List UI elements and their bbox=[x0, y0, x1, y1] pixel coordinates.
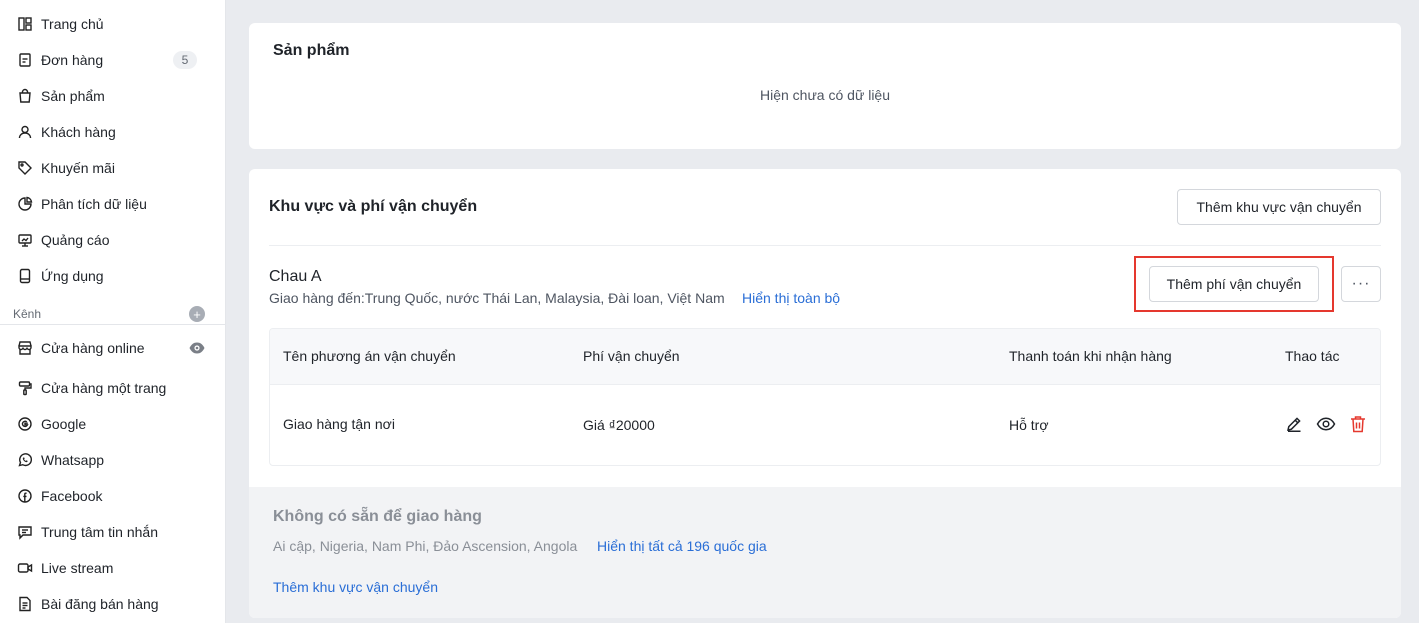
divider bbox=[269, 245, 1381, 246]
sidebar-item-label: Khuyến mãi bbox=[41, 160, 115, 176]
sidebar-item-message-center[interactable]: Trung tâm tin nhắn bbox=[0, 514, 225, 550]
sidebar-item-google[interactable]: Google bbox=[0, 406, 225, 442]
sidebar-item-live-stream[interactable]: Live stream bbox=[0, 550, 225, 586]
column-header-method: Tên phương án vận chuyển bbox=[283, 348, 456, 364]
google-icon bbox=[16, 415, 34, 433]
more-options-button[interactable]: ··· bbox=[1341, 266, 1381, 302]
sidebar-item-label: Cửa hàng một trang bbox=[41, 380, 167, 396]
brush-icon bbox=[16, 379, 34, 397]
cell-cod: Hỗ trợ bbox=[1009, 417, 1049, 433]
sidebar-item-label: Sản phẩm bbox=[41, 88, 105, 104]
shipping-title: Khu vực và phí vận chuyển bbox=[269, 198, 478, 215]
video-icon bbox=[16, 559, 34, 577]
monitor-icon bbox=[16, 231, 34, 249]
bag-icon bbox=[16, 87, 34, 105]
channel-header-label: Kênh bbox=[13, 306, 42, 321]
sidebar-item-label: Ứng dụng bbox=[41, 268, 104, 284]
cell-fee: Giá ₫20000 bbox=[583, 417, 655, 433]
add-shipping-fee-button[interactable]: Thêm phí vận chuyển bbox=[1149, 266, 1319, 302]
unavailable-section: Không có sẵn để giao hàng Ai cập, Nigeri… bbox=[249, 487, 1401, 618]
edit-icon[interactable] bbox=[1284, 414, 1304, 434]
shipping-rates-table: Tên phương án vận chuyển Phí vận chuyển … bbox=[269, 328, 1381, 466]
view-store-eye-icon[interactable] bbox=[188, 339, 206, 357]
column-header-cod: Thanh toán khi nhận hàng bbox=[1009, 348, 1172, 364]
orders-count-badge: 5 bbox=[173, 51, 197, 69]
sidebar-item-label: Facebook bbox=[41, 488, 103, 504]
sidebar-item-label: Trang chủ bbox=[41, 16, 104, 32]
unavailable-title: Không có sẵn để giao hàng bbox=[273, 508, 482, 525]
zone-destinations: Giao hàng đến:Trung Quốc, nước Thái Lan,… bbox=[269, 290, 725, 306]
sidebar-item-analytics[interactable]: Phân tích dữ liệu bbox=[0, 186, 225, 222]
sidebar-item-sales-posts[interactable]: Bài đăng bán hàng bbox=[0, 586, 225, 622]
sidebar-item-label: Whatsapp bbox=[41, 452, 105, 468]
sidebar-item-customers[interactable]: Khách hàng bbox=[0, 114, 225, 150]
post-icon bbox=[16, 595, 34, 613]
products-card: Sản phẩm Hiện chưa có dữ liệu bbox=[249, 23, 1401, 149]
user-icon bbox=[16, 123, 34, 141]
delete-icon[interactable] bbox=[1348, 414, 1368, 434]
orders-icon bbox=[16, 51, 34, 69]
sidebar: Trang chủ Đơn hàng 5 Sản phẩm Khách hàng… bbox=[0, 0, 226, 623]
sidebar-item-home[interactable]: Trang chủ bbox=[0, 6, 225, 42]
show-all-countries-link[interactable]: Hiển thị tất cả 196 quốc gia bbox=[597, 538, 767, 554]
add-shipping-zone-button[interactable]: Thêm khu vực vận chuyển bbox=[1177, 189, 1381, 225]
column-header-fee: Phí vận chuyển bbox=[583, 348, 680, 364]
eye-icon[interactable] bbox=[1316, 414, 1336, 434]
add-shipping-zone-link[interactable]: Thêm khu vực vận chuyển bbox=[273, 579, 438, 595]
sidebar-item-label: Khách hàng bbox=[41, 124, 116, 140]
sidebar-item-label: Google bbox=[41, 416, 87, 432]
shipping-zones-card: Khu vực và phí vận chuyển Thêm khu vực v… bbox=[249, 169, 1401, 618]
sidebar-item-promotions[interactable]: Khuyến mãi bbox=[0, 150, 225, 186]
zone-show-all-link[interactable]: Hiển thị toàn bộ bbox=[742, 290, 840, 306]
sidebar-item-apps[interactable]: Ứng dụng bbox=[0, 258, 225, 294]
sidebar-item-label: Phân tích dữ liệu bbox=[41, 196, 147, 212]
sidebar-item-whatsapp[interactable]: Whatsapp bbox=[0, 442, 225, 478]
products-empty-message: Hiện chưa có dữ liệu bbox=[759, 87, 891, 103]
tag-icon bbox=[16, 159, 34, 177]
app-icon bbox=[16, 267, 34, 285]
table-header: Tên phương án vận chuyển Phí vận chuyển … bbox=[270, 329, 1380, 385]
column-header-actions: Thao tác bbox=[1285, 348, 1340, 364]
sidebar-item-one-page-store[interactable]: Cửa hàng một trang bbox=[0, 370, 225, 406]
products-title: Sản phẩm bbox=[273, 42, 350, 59]
sidebar-item-label: Live stream bbox=[41, 560, 114, 576]
sidebar-item-products[interactable]: Sản phẩm bbox=[0, 78, 225, 114]
message-icon bbox=[16, 523, 34, 541]
add-channel-icon[interactable]: + bbox=[189, 306, 205, 322]
sidebar-item-facebook[interactable]: Facebook bbox=[0, 478, 225, 514]
store-icon bbox=[16, 339, 34, 357]
sidebar-item-ads[interactable]: Quảng cáo bbox=[0, 222, 225, 258]
unavailable-countries: Ai cập, Nigeria, Nam Phi, Đảo Ascension,… bbox=[273, 538, 578, 554]
sidebar-item-label: Cửa hàng online bbox=[41, 340, 145, 356]
sidebar-item-label: Đơn hàng bbox=[41, 52, 104, 68]
table-row: Giao hàng tận nơi Giá ₫20000 Hỗ trợ bbox=[270, 385, 1380, 465]
zone-name: Chau A bbox=[269, 268, 322, 285]
whatsapp-icon bbox=[16, 451, 34, 469]
facebook-icon bbox=[16, 487, 34, 505]
sidebar-item-label: Trung tâm tin nhắn bbox=[41, 524, 158, 540]
sidebar-item-label: Bài đăng bán hàng bbox=[41, 596, 159, 612]
cell-method: Giao hàng tận nơi bbox=[283, 416, 395, 432]
dashboard-icon bbox=[16, 15, 34, 33]
sidebar-item-label: Quảng cáo bbox=[41, 232, 110, 248]
pie-chart-icon bbox=[16, 195, 34, 213]
